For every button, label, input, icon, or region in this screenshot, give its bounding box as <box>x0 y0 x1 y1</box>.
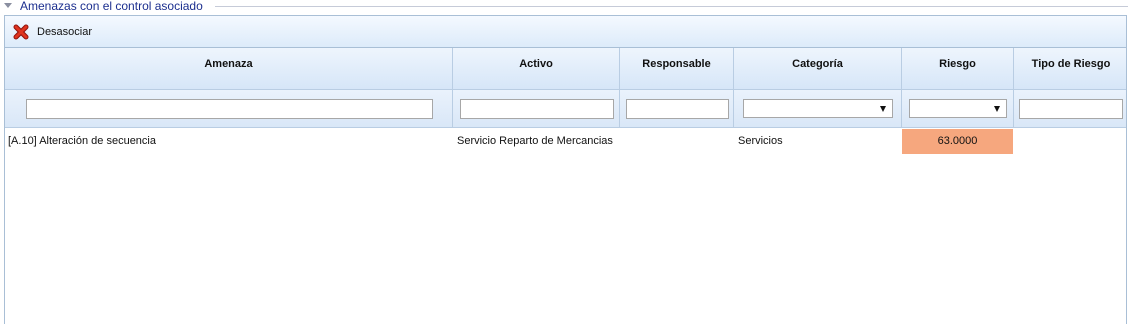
threats-grid-panel: Desasociar Amenaza Activo Responsable Ca… <box>4 15 1127 324</box>
table-row[interactable]: [A.10] Alteración de secuencia Servicio … <box>5 128 1126 154</box>
dropdown-arrow-icon <box>994 106 1000 112</box>
filter-tipo-riesgo-input[interactable] <box>1019 99 1123 119</box>
column-header-responsable[interactable]: Responsable <box>620 48 734 89</box>
section-title: Amenazas con el control asociado <box>20 0 203 13</box>
section-header: Amenazas con el control asociado <box>0 0 1129 14</box>
cell-activo: Servicio Reparto de Mercancias <box>457 135 613 147</box>
cell-riesgo: 63.0000 <box>902 129 1013 154</box>
column-header-categoria[interactable]: Categoría <box>734 48 902 89</box>
grid-filter-row <box>5 90 1126 128</box>
column-header-riesgo[interactable]: Riesgo <box>902 48 1014 89</box>
cell-categoria: Servicios <box>738 135 783 147</box>
cell-amenaza: [A.10] Alteración de secuencia <box>8 135 156 147</box>
column-header-activo[interactable]: Activo <box>453 48 620 89</box>
column-header-amenaza[interactable]: Amenaza <box>5 48 453 89</box>
dropdown-arrow-icon <box>880 106 886 112</box>
filter-riesgo-select[interactable] <box>909 99 1007 118</box>
filter-responsable-input[interactable] <box>626 99 729 119</box>
grid-header-row: Amenaza Activo Responsable Categoría Rie… <box>5 48 1126 90</box>
filter-categoria-select[interactable] <box>743 99 893 118</box>
section-divider <box>215 6 1128 7</box>
collapse-arrow-icon[interactable] <box>4 3 12 8</box>
grid-toolbar: Desasociar <box>5 16 1126 48</box>
delete-x-icon <box>13 24 29 40</box>
column-header-tipo-riesgo[interactable]: Tipo de Riesgo <box>1014 48 1128 89</box>
filter-activo-input[interactable] <box>460 99 614 119</box>
disassociate-button[interactable]: Desasociar <box>13 22 92 42</box>
disassociate-label: Desasociar <box>37 26 93 38</box>
filter-amenaza-input[interactable] <box>26 99 433 119</box>
